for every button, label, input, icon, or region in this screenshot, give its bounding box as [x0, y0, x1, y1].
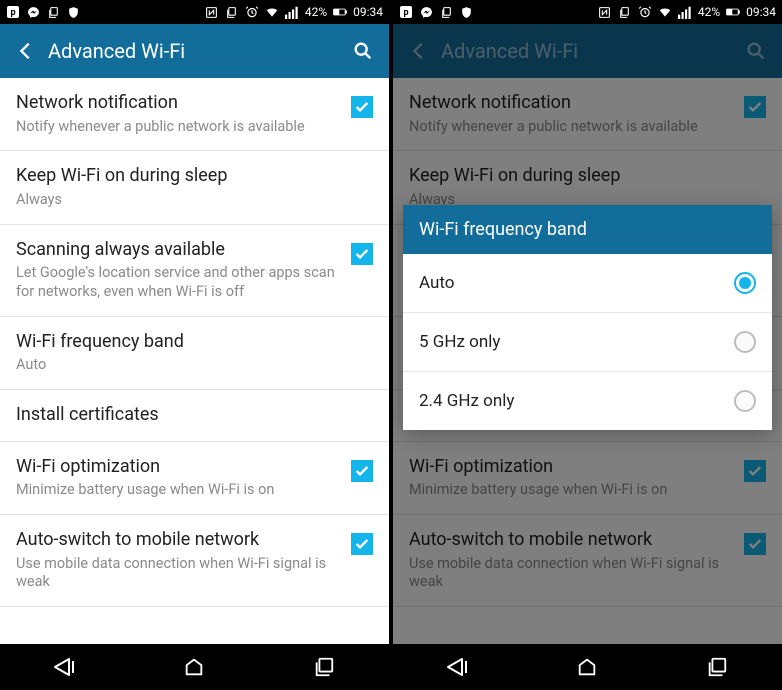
battery-percent: 42%	[698, 5, 720, 19]
radio-icon[interactable]	[734, 272, 756, 294]
setting-network-notification[interactable]: Network notification Notify whenever a p…	[0, 78, 389, 151]
dialog-option-5ghz[interactable]: 5 GHz only	[403, 313, 772, 372]
checkbox-icon[interactable]	[351, 243, 373, 265]
search-button[interactable]	[349, 40, 377, 62]
nfc-icon	[598, 5, 612, 19]
dialog-option-24ghz[interactable]: 2.4 GHz only	[403, 372, 772, 430]
setting-title: Wi-Fi optimization	[16, 456, 341, 479]
setting-auto-switch[interactable]: Auto-switch to mobile network Use mobile…	[0, 515, 389, 607]
clock-text: 09:34	[746, 5, 776, 19]
setting-sub: Auto	[16, 356, 363, 375]
radio-icon[interactable]	[734, 331, 756, 353]
nav-recent-button[interactable]	[294, 644, 354, 690]
status-bar: p 42% 09:34	[393, 0, 782, 24]
radio-icon[interactable]	[734, 390, 756, 412]
setting-keep-wifi-on[interactable]: Keep Wi-Fi on during sleep Always	[0, 151, 389, 224]
alarm-icon	[245, 5, 259, 19]
back-button[interactable]	[12, 40, 40, 62]
setting-sub: Notify whenever a public network is avai…	[16, 118, 341, 137]
dialog-title: Wi-Fi frequency band	[403, 205, 772, 254]
checkbox-icon[interactable]	[351, 460, 373, 482]
setting-title: Install certificates	[16, 404, 363, 427]
wifi-icon	[265, 5, 279, 19]
setting-sub: Always	[16, 191, 363, 210]
messenger-icon	[419, 5, 433, 19]
setting-title: Wi-Fi frequency band	[16, 331, 363, 354]
nav-back-button[interactable]	[35, 644, 95, 690]
setting-wifi-optimization[interactable]: Wi-Fi optimization Minimize battery usag…	[0, 442, 389, 515]
nav-recent-button[interactable]	[687, 644, 747, 690]
setting-title: Network notification	[16, 92, 341, 115]
messenger-icon	[26, 5, 40, 19]
copy-icon	[46, 5, 60, 19]
signal-icon	[285, 5, 299, 19]
setting-title: Keep Wi-Fi on during sleep	[16, 165, 363, 188]
copy2-icon	[225, 5, 239, 19]
alarm-icon	[638, 5, 652, 19]
svg-text:p: p	[10, 8, 15, 18]
status-bar: p 42% 09:34	[0, 0, 389, 24]
setting-scanning-always[interactable]: Scanning always available Let Google's l…	[0, 225, 389, 317]
signal-icon	[678, 5, 692, 19]
setting-sub: Let Google's location service and other …	[16, 264, 341, 302]
setting-title: Scanning always available	[16, 239, 341, 262]
nav-bar	[0, 644, 389, 690]
checkbox-icon[interactable]	[351, 96, 373, 118]
nav-home-button[interactable]	[557, 644, 617, 690]
dialog-option-label: Auto	[419, 273, 734, 293]
shield-icon	[459, 5, 473, 19]
copy2-icon	[618, 5, 632, 19]
setting-sub: Minimize battery usage when Wi-Fi is on	[16, 481, 341, 500]
battery-icon	[726, 5, 740, 19]
frequency-band-dialog: Wi-Fi frequency band Auto 5 GHz only 2.4…	[403, 205, 772, 430]
dialog-option-label: 5 GHz only	[419, 332, 734, 352]
battery-percent: 42%	[305, 5, 327, 19]
nav-back-button[interactable]	[428, 644, 488, 690]
nfc-icon	[205, 5, 219, 19]
svg-text:p: p	[403, 8, 408, 18]
setting-frequency-band[interactable]: Wi-Fi frequency band Auto	[0, 317, 389, 390]
copy-icon	[439, 5, 453, 19]
dialog-option-label: 2.4 GHz only	[419, 391, 734, 411]
notif-icon: p	[6, 5, 20, 19]
clock-text: 09:34	[353, 5, 383, 19]
setting-sub: Use mobile data connection when Wi-Fi si…	[16, 555, 341, 593]
nav-bar	[393, 644, 782, 690]
wifi-icon	[658, 5, 672, 19]
settings-list: Network notification Notify whenever a p…	[0, 78, 389, 607]
checkbox-icon[interactable]	[351, 533, 373, 555]
nav-home-button[interactable]	[164, 644, 224, 690]
app-bar: Advanced Wi-Fi	[0, 24, 389, 78]
battery-icon	[333, 5, 347, 19]
setting-title: Auto-switch to mobile network	[16, 529, 341, 552]
page-title: Advanced Wi-Fi	[48, 39, 349, 63]
dialog-option-auto[interactable]: Auto	[403, 254, 772, 313]
setting-install-certs[interactable]: Install certificates	[0, 390, 389, 442]
shield-icon	[66, 5, 80, 19]
notif-icon: p	[399, 5, 413, 19]
